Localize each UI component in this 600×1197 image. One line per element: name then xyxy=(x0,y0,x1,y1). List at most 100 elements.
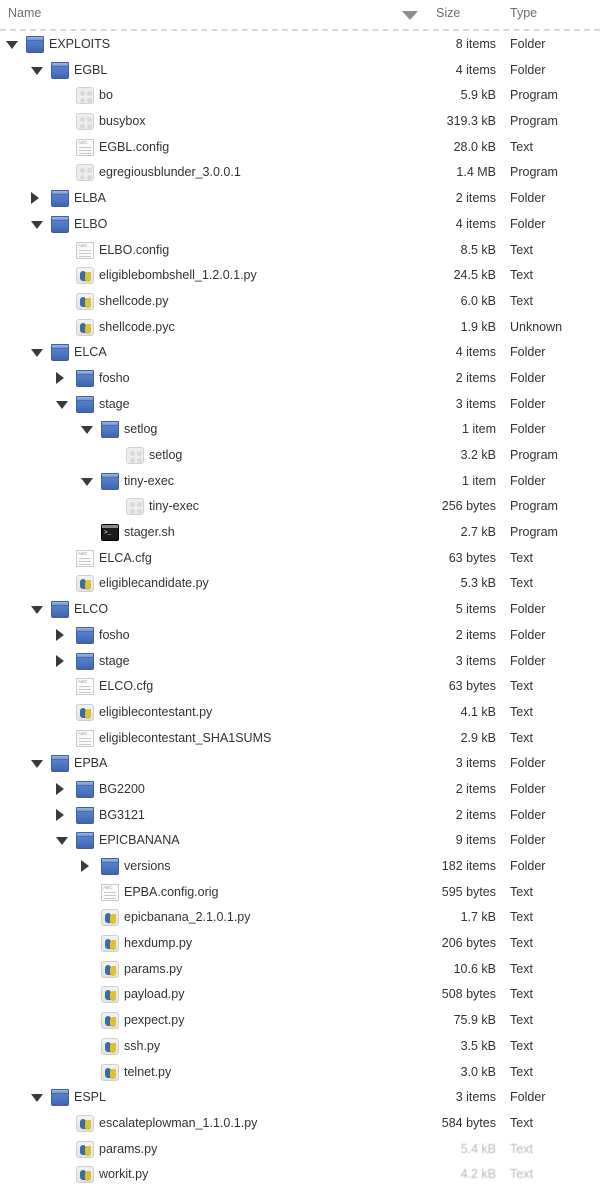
tree-row[interactable]: telnet.py 3.0 kB Text xyxy=(0,1060,600,1086)
tree-row[interactable]: fosho 2 items Folder xyxy=(0,366,600,392)
tree-row[interactable]: params.py 5.4 kB Text xyxy=(0,1137,600,1163)
tree-row[interactable]: ELCA.cfg 63 bytes Text xyxy=(0,546,600,572)
file-type-label: Text xyxy=(510,1013,533,1028)
expand-triangle-down-icon[interactable] xyxy=(31,220,43,229)
tree-row[interactable]: payload.py 508 bytes Text xyxy=(0,982,600,1008)
tree-row[interactable]: ELCO.cfg 63 bytes Text xyxy=(0,674,600,700)
file-name-label: ELBO xyxy=(74,216,108,231)
tree-row[interactable]: busybox 319.3 kB Program xyxy=(0,109,600,135)
expand-triangle-right-icon[interactable] xyxy=(56,371,64,384)
file-size-label: 182 items xyxy=(441,859,496,873)
file-type-label: Program xyxy=(510,88,558,103)
tree-row[interactable]: fosho 2 items Folder xyxy=(0,623,600,649)
file-type-label: Folder xyxy=(510,370,546,385)
python-file-icon xyxy=(101,986,119,1004)
tree-row[interactable]: ELBO 4 items Folder xyxy=(0,212,600,238)
expand-triangle-down-icon[interactable] xyxy=(56,837,68,846)
python-file-icon xyxy=(76,575,94,593)
tree-row[interactable]: ssh.py 3.5 kB Text xyxy=(0,1034,600,1060)
tree-row[interactable]: BG2200 2 items Folder xyxy=(0,777,600,803)
tree-row[interactable]: BG3121 2 items Folder xyxy=(0,803,600,829)
column-header-type[interactable]: Type xyxy=(510,6,537,20)
tree-row[interactable]: setlog 1 item Folder xyxy=(0,417,600,443)
tree-row[interactable]: params.py 10.6 kB Text xyxy=(0,957,600,983)
file-name-label: ELCO xyxy=(74,602,109,617)
expand-triangle-down-icon[interactable] xyxy=(56,400,68,409)
file-size-label: 595 bytes xyxy=(441,884,496,899)
expand-triangle-down-icon[interactable] xyxy=(31,606,43,615)
file-name-label: eligiblecontestant_SHA1SUMS xyxy=(99,730,272,745)
tree-row[interactable]: shellcode.pyc 1.9 kB Unknown xyxy=(0,315,600,341)
tree-row[interactable]: shellcode.py 6.0 kB Text xyxy=(0,289,600,315)
folder-icon xyxy=(51,61,69,79)
file-tree: EXPLOITS 8 items Folder EGBL 4 items Folder bo… xyxy=(0,32,600,1188)
file-name-label: setlog xyxy=(149,448,183,462)
tree-row[interactable]: ELCA 4 items Folder xyxy=(0,340,600,366)
folder-icon xyxy=(101,421,119,439)
tree-row[interactable]: EPBA.config.orig 595 bytes Text xyxy=(0,880,600,906)
expand-triangle-down-icon[interactable] xyxy=(31,760,43,769)
tree-row[interactable]: escalateplowman_1.1.0.1.py 584 bytes Text xyxy=(0,1111,600,1137)
file-name-label: BG3121 xyxy=(99,807,145,822)
tree-row[interactable]: versions 182 items Folder xyxy=(0,854,600,880)
tree-row[interactable]: stage 3 items Folder xyxy=(0,392,600,418)
expand-triangle-down-icon[interactable] xyxy=(81,426,93,435)
tree-row[interactable]: EGBL 4 items Folder xyxy=(0,58,600,84)
file-name-label: escalateplowman_1.1.0.1.py xyxy=(99,1115,258,1130)
expand-triangle-right-icon[interactable] xyxy=(56,654,64,667)
python-file-icon xyxy=(76,1140,94,1158)
tree-row[interactable]: ESPL 3 items Folder xyxy=(0,1085,600,1111)
tree-row[interactable]: bo 5.9 kB Program xyxy=(0,83,600,109)
tree-row[interactable]: pexpect.py 75.9 kB Text xyxy=(0,1008,600,1034)
tree-row[interactable]: eligiblecandidate.py 5.3 kB Text xyxy=(0,571,600,597)
tree-row[interactable]: EPICBANANA 9 items Folder xyxy=(0,828,600,854)
expand-triangle-down-icon[interactable] xyxy=(31,349,43,358)
expand-triangle-right-icon[interactable] xyxy=(56,782,64,795)
expand-triangle-right-icon[interactable] xyxy=(56,808,64,821)
file-size-label: 1 item xyxy=(461,422,496,437)
tree-row[interactable]: stager.sh 2.7 kB Program xyxy=(0,520,600,546)
tree-row[interactable]: ELCO 5 items Folder xyxy=(0,597,600,623)
tree-row[interactable]: eligiblebombshell_1.2.0.1.py 24.5 kB Text xyxy=(0,263,600,289)
file-type-label: Text xyxy=(510,1038,533,1053)
tree-row[interactable]: EPBA 3 items Folder xyxy=(0,751,600,777)
file-size-label: 4 items xyxy=(455,62,496,77)
expand-triangle-down-icon[interactable] xyxy=(6,41,18,49)
sort-descending-triangle-icon[interactable] xyxy=(402,11,418,20)
python-file-icon xyxy=(76,267,94,285)
expand-triangle-down-icon[interactable] xyxy=(81,477,93,486)
file-type-label: Folder xyxy=(510,191,546,206)
expand-triangle-right-icon[interactable] xyxy=(31,192,39,205)
tree-row[interactable]: ELBA 2 items Folder xyxy=(0,186,600,212)
expand-triangle-down-icon[interactable] xyxy=(31,1094,43,1103)
tree-row[interactable]: ELBO.config 8.5 kB Text xyxy=(0,238,600,264)
folder-icon xyxy=(51,344,69,362)
file-size-label: 63 bytes xyxy=(448,550,496,565)
tree-row[interactable]: eligiblecontestant_SHA1SUMS 2.9 kB Text xyxy=(0,726,600,752)
python-file-icon xyxy=(101,1037,119,1055)
file-type-label: Text xyxy=(510,550,533,565)
expand-triangle-right-icon[interactable] xyxy=(81,860,89,872)
expand-triangle-down-icon[interactable] xyxy=(31,66,43,75)
file-name-label: tiny-exec xyxy=(124,473,175,488)
tree-row[interactable]: tiny-exec 256 bytes Program xyxy=(0,494,600,520)
tree-row[interactable]: setlog 3.2 kB Program xyxy=(0,443,600,469)
file-type-label: Folder xyxy=(510,756,546,771)
tree-row[interactable]: egregiousblunder_3.0.0.1 1.4 MB Program xyxy=(0,160,600,186)
tree-row[interactable]: tiny-exec 1 item Folder xyxy=(0,469,600,495)
tree-row[interactable]: stage 3 items Folder xyxy=(0,649,600,675)
file-size-label: 5.9 kB xyxy=(460,88,496,103)
file-size-label: 75.9 kB xyxy=(453,1013,496,1028)
column-header-name[interactable]: Name xyxy=(8,6,41,20)
tree-row[interactable]: EGBL.config 28.0 kB Text xyxy=(0,135,600,161)
program-binary-icon xyxy=(76,113,94,131)
tree-row[interactable]: workit.py 4.2 kB Text xyxy=(0,1162,600,1188)
file-name-label: fosho xyxy=(99,370,130,385)
tree-row[interactable]: hexdump.py 206 bytes Text xyxy=(0,931,600,957)
expand-triangle-right-icon[interactable] xyxy=(56,628,64,641)
folder-icon xyxy=(101,858,119,875)
tree-row[interactable]: EXPLOITS 8 items Folder xyxy=(0,32,600,58)
tree-row[interactable]: epicbanana_2.1.0.1.py 1.7 kB Text xyxy=(0,905,600,931)
column-header-size[interactable]: Size xyxy=(436,6,460,20)
tree-row[interactable]: eligiblecontestant.py 4.1 kB Text xyxy=(0,700,600,726)
